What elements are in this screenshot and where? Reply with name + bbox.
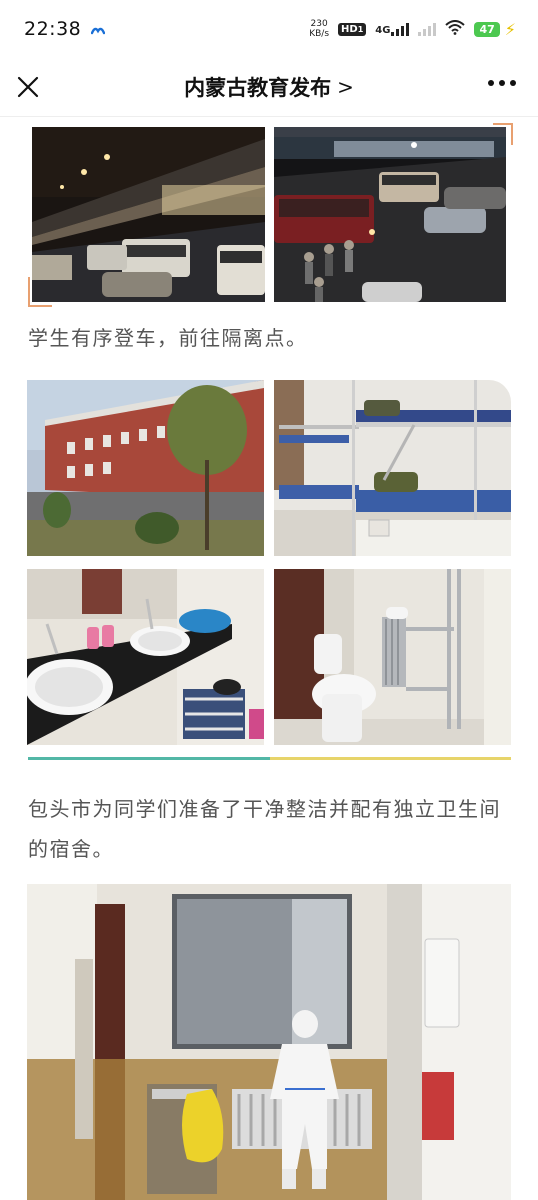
signal-bars-icon — [391, 22, 410, 36]
photo-corridor-worker — [27, 884, 511, 1200]
net-speed: 230 KB/s — [309, 19, 329, 39]
hd-badge: HD1 — [338, 22, 367, 36]
hd-label: HD — [341, 23, 358, 35]
status-bar: 22:38 230 KB/s HD1 4G 47 ⚡ — [0, 0, 538, 58]
net-speed-unit: KB/s — [309, 29, 330, 39]
photo-buses-overpass — [32, 127, 265, 302]
divider-right — [269, 757, 511, 760]
charging-icon: ⚡ — [504, 19, 516, 39]
net-speed-value: 230 — [310, 19, 328, 29]
cell-signal: 4G — [375, 22, 410, 36]
wifi-icon — [445, 20, 466, 38]
hd-sub: 1 — [357, 24, 364, 34]
photo-bunk-beds — [274, 380, 511, 556]
photo-washroom-sinks — [27, 569, 264, 745]
decor-corner-top-right — [493, 123, 513, 145]
nav-bar: 内蒙古教育发布 > — [0, 58, 538, 117]
wechat-mini-icon — [91, 19, 106, 40]
network-type: 4G — [375, 25, 391, 36]
divider-left — [28, 757, 270, 760]
chevron-right-icon: > — [337, 75, 354, 99]
status-time: 22:38 — [24, 18, 82, 40]
caption-dormitory: 包头市为同学们准备了干净整洁并配有独立卫生间的宿舍。 — [28, 797, 501, 861]
signal-bars-secondary-icon — [418, 22, 437, 36]
more-icon[interactable] — [488, 80, 516, 86]
battery-indicator: 47 — [474, 21, 500, 37]
photo-private-toilet — [274, 569, 511, 745]
account-title-link[interactable]: 内蒙古教育发布 > — [184, 72, 354, 102]
photo-students-boarding — [274, 127, 506, 302]
photo-building-exterior — [27, 380, 264, 556]
account-title: 内蒙古教育发布 — [184, 76, 332, 100]
caption-boarding: 学生有序登车，前往隔离点。 — [28, 326, 308, 350]
close-icon[interactable] — [14, 73, 42, 101]
decor-corner-bottom-left — [28, 277, 52, 307]
section-divider — [28, 757, 511, 760]
